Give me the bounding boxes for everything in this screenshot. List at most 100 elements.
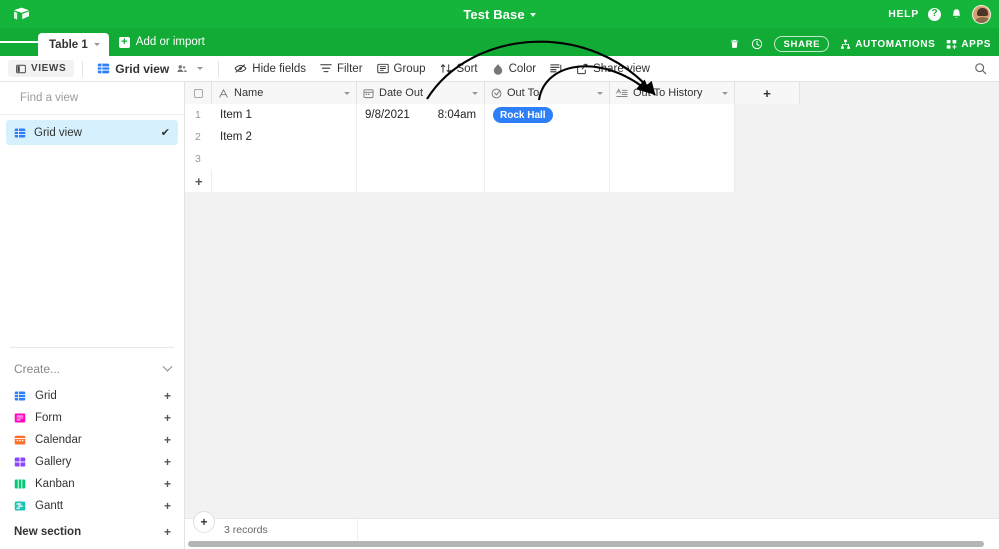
table-tab-bar: Table 1 + Add or import SHARE AUTOMATION… bbox=[0, 28, 999, 56]
hamburger-menu-icon[interactable] bbox=[0, 28, 39, 56]
cell-out-to[interactable]: Rock Hall bbox=[485, 104, 610, 126]
add-new-section-button[interactable]: + bbox=[164, 525, 171, 539]
add-gallery-view-button[interactable]: + bbox=[164, 455, 171, 469]
create-grid-view[interactable]: Grid + bbox=[0, 385, 185, 407]
add-gantt-view-button[interactable]: + bbox=[164, 499, 171, 513]
scrollbar-thumb[interactable] bbox=[188, 541, 984, 547]
cell-out-to[interactable] bbox=[485, 148, 610, 170]
chevron-down-icon[interactable] bbox=[472, 91, 478, 95]
add-row-spacer bbox=[485, 170, 610, 192]
cell-date-out[interactable] bbox=[357, 148, 485, 170]
add-column-button[interactable]: + bbox=[735, 82, 800, 104]
cell-out-to-history[interactable] bbox=[610, 148, 735, 170]
share-external-icon bbox=[577, 63, 588, 74]
create-gantt-view[interactable]: Gantt + bbox=[0, 495, 185, 517]
create-kanban-view[interactable]: Kanban + bbox=[0, 473, 185, 495]
add-row-button[interactable]: + bbox=[185, 170, 212, 192]
horizontal-scrollbar[interactable] bbox=[185, 540, 999, 549]
current-view-button[interactable]: Grid view bbox=[91, 58, 210, 80]
add-kanban-view-button[interactable]: + bbox=[164, 477, 171, 491]
add-row-spacer bbox=[212, 170, 357, 192]
bell-icon[interactable] bbox=[950, 8, 963, 21]
views-label: VIEWS bbox=[31, 63, 67, 74]
grid-icon bbox=[14, 128, 26, 137]
cell-date-out[interactable] bbox=[357, 126, 485, 148]
footer-divider bbox=[357, 519, 358, 540]
cell-name[interactable]: Item 2 bbox=[212, 126, 357, 148]
views-toggle-button[interactable]: VIEWS bbox=[8, 60, 75, 77]
help-button[interactable]: HELP bbox=[888, 8, 919, 20]
share-view-button[interactable]: Share view bbox=[569, 58, 657, 80]
create-calendar-view[interactable]: Calendar + bbox=[0, 429, 185, 451]
chevron-down-icon[interactable] bbox=[344, 91, 350, 95]
hide-fields-label: Hide fields bbox=[252, 62, 306, 75]
cell-time-value: 8:04am bbox=[437, 109, 477, 121]
form-icon bbox=[14, 413, 26, 423]
clock-history-icon[interactable] bbox=[751, 38, 763, 50]
table-row[interactable]: 1 Item 1 9/8/2021 8:04am Rock Hall bbox=[185, 104, 735, 126]
active-view-check-icon: ✔ bbox=[160, 127, 170, 139]
cell-name[interactable]: Item 1 bbox=[212, 104, 357, 126]
toolbar-search-button[interactable] bbox=[974, 62, 987, 80]
question-circle-icon[interactable]: ? bbox=[928, 7, 941, 21]
sort-button[interactable]: Sort bbox=[433, 58, 485, 80]
sort-arrows-icon bbox=[440, 64, 451, 73]
hide-fields-button[interactable]: Hide fields bbox=[227, 58, 313, 80]
cell-out-to[interactable] bbox=[485, 126, 610, 148]
add-calendar-view-button[interactable]: + bbox=[164, 433, 171, 447]
table-row[interactable]: 2 Item 2 bbox=[185, 126, 735, 148]
apps-button[interactable]: APPS bbox=[946, 39, 991, 50]
add-form-view-button[interactable]: + bbox=[164, 411, 171, 425]
column-header-name[interactable]: Name bbox=[212, 82, 357, 104]
single-select-icon bbox=[491, 88, 502, 98]
cell-out-to-history[interactable] bbox=[610, 104, 735, 126]
new-section-row[interactable]: New section + bbox=[0, 521, 185, 543]
calendar-icon bbox=[14, 435, 26, 445]
table-row[interactable]: 3 bbox=[185, 148, 735, 170]
top-bar: Test Base HELP ? bbox=[0, 0, 999, 28]
select-all-header[interactable] bbox=[185, 82, 212, 104]
table-tab-label: Table 1 bbox=[49, 38, 88, 51]
select-option-pill: Rock Hall bbox=[493, 107, 553, 123]
row-number: 2 bbox=[185, 126, 212, 148]
grid-icon bbox=[14, 391, 26, 401]
table-tab-table-1[interactable]: Table 1 bbox=[38, 33, 109, 56]
automations-button[interactable]: AUTOMATIONS bbox=[840, 39, 935, 50]
chevron-down-icon[interactable] bbox=[722, 91, 728, 95]
find-view-input[interactable] bbox=[20, 92, 174, 104]
checkbox-icon[interactable] bbox=[193, 88, 203, 98]
column-header-out-to[interactable]: Out To bbox=[485, 82, 610, 104]
gallery-icon bbox=[14, 457, 26, 467]
create-gallery-view[interactable]: Gallery + bbox=[0, 451, 185, 473]
cell-out-to-history[interactable] bbox=[610, 126, 735, 148]
trash-icon[interactable] bbox=[729, 38, 740, 50]
tab-bar-right: SHARE AUTOMATIONS APPS bbox=[729, 36, 991, 52]
create-item-label: Gantt bbox=[35, 500, 64, 512]
share-button[interactable]: SHARE bbox=[774, 36, 830, 52]
add-grid-view-button[interactable]: + bbox=[164, 389, 171, 403]
add-row[interactable]: + bbox=[185, 170, 735, 192]
record-count-label: 3 records bbox=[224, 523, 268, 536]
base-title[interactable]: Test Base bbox=[463, 7, 536, 22]
group-button[interactable]: Group bbox=[370, 58, 433, 80]
cell-date-out[interactable]: 9/8/2021 8:04am bbox=[357, 104, 485, 126]
sidebar-item-grid-view[interactable]: Grid view ✔ bbox=[6, 120, 178, 145]
calendar-field-icon bbox=[363, 88, 374, 98]
column-header-out-to-history[interactable]: Out To History bbox=[610, 82, 735, 104]
create-section-header[interactable]: Create... bbox=[0, 357, 185, 381]
sort-label: Sort bbox=[456, 62, 478, 75]
filter-button[interactable]: Filter bbox=[313, 58, 370, 80]
column-header-date-out[interactable]: Date Out bbox=[357, 82, 485, 104]
create-form-view[interactable]: Form + bbox=[0, 407, 185, 429]
row-height-button[interactable] bbox=[543, 58, 569, 80]
add-record-button[interactable]: + bbox=[193, 511, 215, 533]
column-header-label: Out To bbox=[507, 87, 540, 99]
create-item-label: Grid bbox=[35, 390, 57, 402]
airtable-logo[interactable] bbox=[0, 7, 42, 22]
avatar[interactable] bbox=[972, 4, 991, 24]
add-or-import-button[interactable]: + Add or import bbox=[109, 28, 215, 56]
eye-slash-icon bbox=[234, 64, 247, 73]
cell-name[interactable] bbox=[212, 148, 357, 170]
chevron-down-icon[interactable] bbox=[597, 91, 603, 95]
color-button[interactable]: Color bbox=[485, 58, 543, 80]
